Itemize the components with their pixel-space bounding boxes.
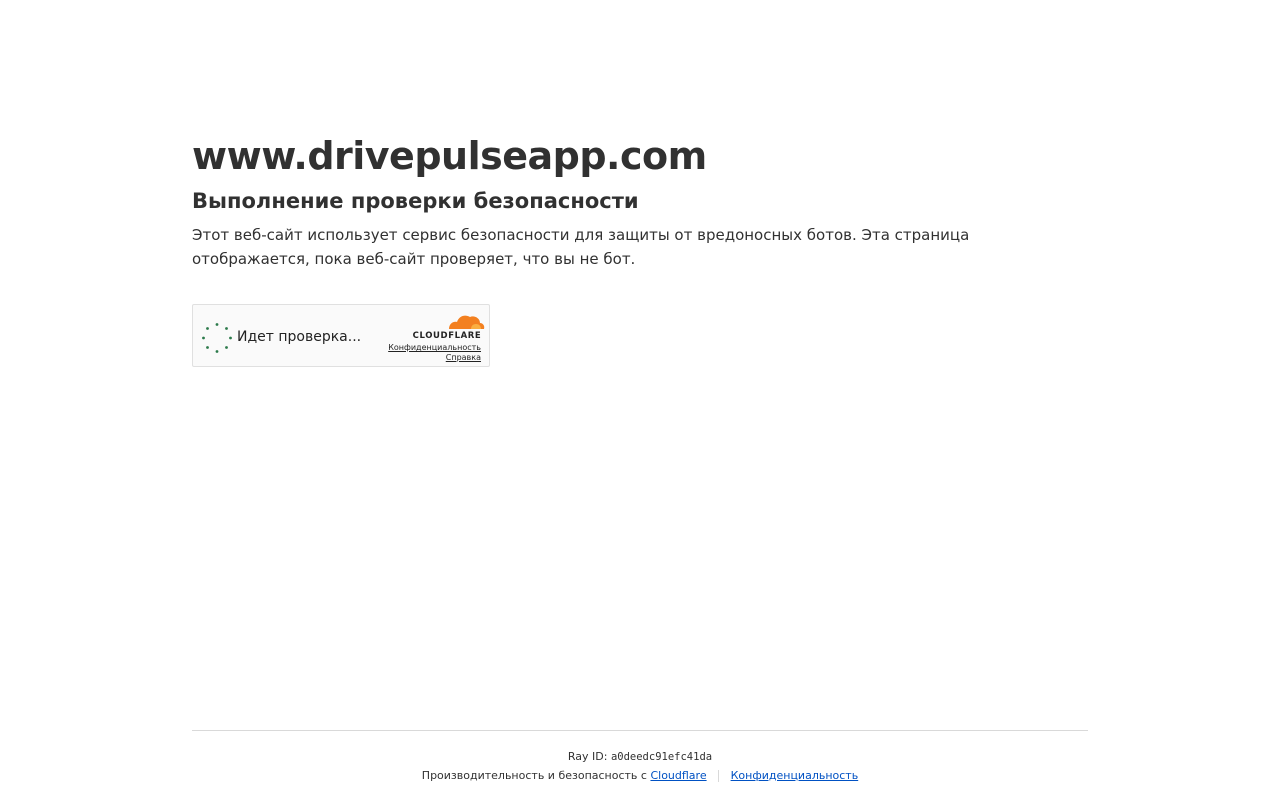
security-check-description: Этот веб-сайт использует сервис безопасн… [192,226,970,268]
security-check-heading: Выполнение проверки безопасности [192,189,639,213]
footer-separator [718,770,720,782]
main-content: www.drivepulseapp.com Выполнение проверк… [192,130,1088,367]
performance-line: Производительность и безопасность с Clou… [0,768,1280,784]
footer-privacy-link[interactable]: Конфиденциальность [731,769,859,782]
footer-divider [192,730,1088,731]
verification-status: Идет проверка... [237,329,362,345]
turnstile-widget[interactable]: Идет проверка... CLOUDFLARE Конфиденциал… [192,304,490,367]
performance-text: Производительность и безопасность с [421,769,647,782]
loading-spinner-icon [202,323,232,353]
site-title: www.drivepulseapp.com [192,134,707,178]
cloudflare-wordmark: CLOUDFLARE [413,331,482,339]
ray-id-value: a0deedc91efc41da [610,751,713,763]
cloudflare-link[interactable]: Cloudflare [650,769,706,782]
ray-id-line: Ray ID: a0deedc91efc41da [0,749,1280,765]
cloudflare-logo-icon: CLOUDFLARE [413,315,485,339]
widget-help-link[interactable]: Справка [446,353,481,363]
ray-id-label: Ray ID: [567,750,608,763]
widget-privacy-link[interactable]: Конфиденциальность [388,343,481,353]
